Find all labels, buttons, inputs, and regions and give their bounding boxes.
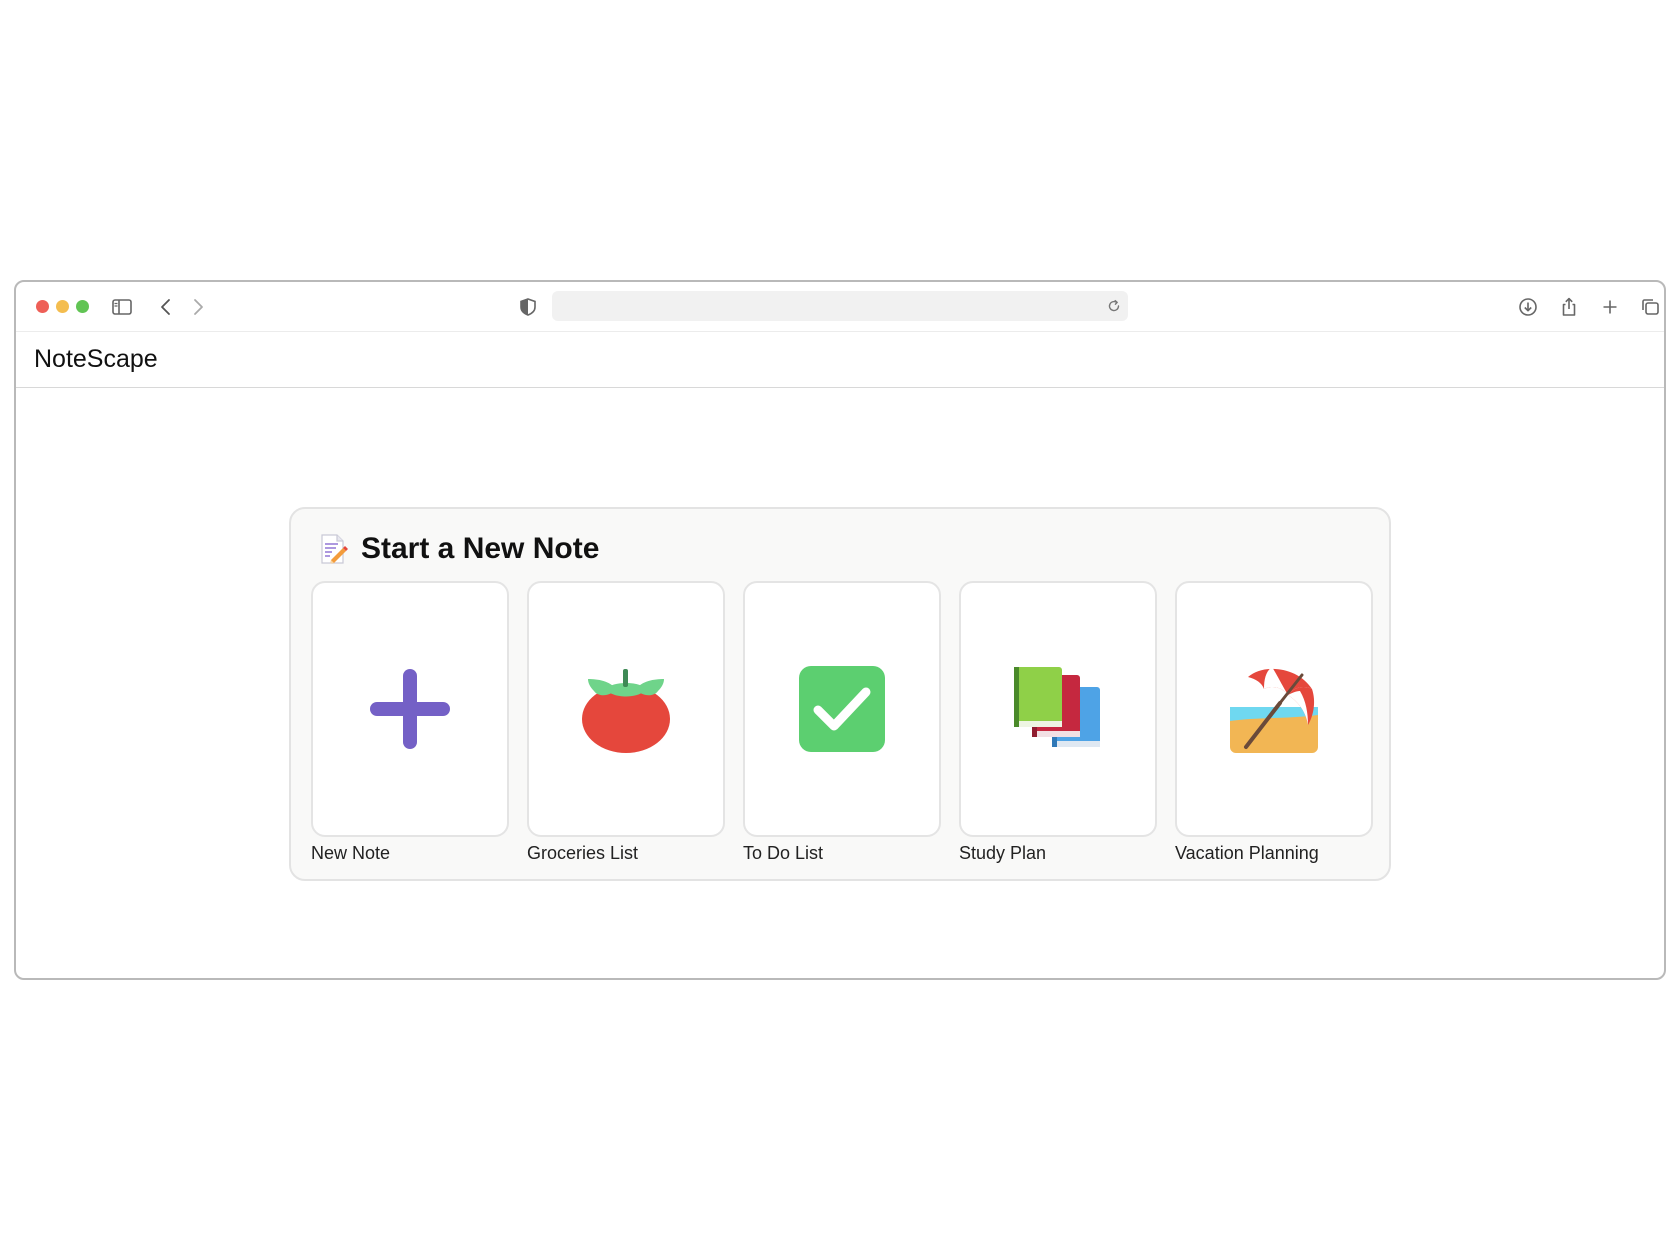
browser-window: NoteScape Start a New Note New Note Groc… (14, 280, 1666, 980)
shield-icon[interactable] (516, 295, 540, 319)
sidebar-icon[interactable] (110, 295, 134, 319)
template-study-plan[interactable]: Study Plan (959, 581, 1157, 864)
template-card[interactable] (1175, 581, 1373, 837)
share-icon[interactable] (1557, 295, 1581, 319)
memo-icon (317, 533, 349, 565)
minimize-window-button[interactable] (56, 300, 69, 313)
beach-umbrella-icon (1228, 663, 1320, 755)
template-vacation-planning[interactable]: Vacation Planning (1175, 581, 1373, 864)
template-card[interactable] (311, 581, 509, 837)
close-window-button[interactable] (36, 300, 49, 313)
forward-icon[interactable] (186, 295, 210, 319)
new-note-panel: Start a New Note New Note Groceries List… (289, 507, 1391, 881)
maximize-window-button[interactable] (76, 300, 89, 313)
reload-icon[interactable] (1106, 298, 1122, 314)
app-header: NoteScape (16, 332, 1664, 388)
browser-toolbar (16, 282, 1664, 332)
template-label: Vacation Planning (1175, 843, 1319, 863)
download-icon[interactable] (1516, 295, 1540, 319)
template-groceries-list[interactable]: Groceries List (527, 581, 725, 864)
template-card[interactable] (527, 581, 725, 837)
checkmark-icon (796, 663, 888, 755)
template-label: To Do List (743, 843, 824, 863)
tomato-icon (580, 663, 672, 755)
template-label: Groceries List (527, 843, 639, 863)
panel-title: Start a New Note (361, 532, 600, 565)
books-icon (1012, 663, 1104, 755)
template-label: Study Plan (959, 843, 1047, 863)
plus-icon (364, 663, 456, 755)
template-label: New Note (311, 843, 391, 863)
template-to-do-list[interactable]: To Do List (743, 581, 941, 864)
panel-header: Start a New Note (317, 531, 599, 567)
template-new-note[interactable]: New Note (311, 581, 509, 864)
new-tab-icon[interactable] (1598, 295, 1622, 319)
tabs-overview-icon[interactable] (1638, 295, 1662, 319)
address-bar[interactable] (552, 291, 1128, 321)
template-card[interactable] (743, 581, 941, 837)
template-card[interactable] (959, 581, 1157, 837)
app-title: NoteScape (34, 345, 158, 373)
back-icon[interactable] (154, 295, 178, 319)
